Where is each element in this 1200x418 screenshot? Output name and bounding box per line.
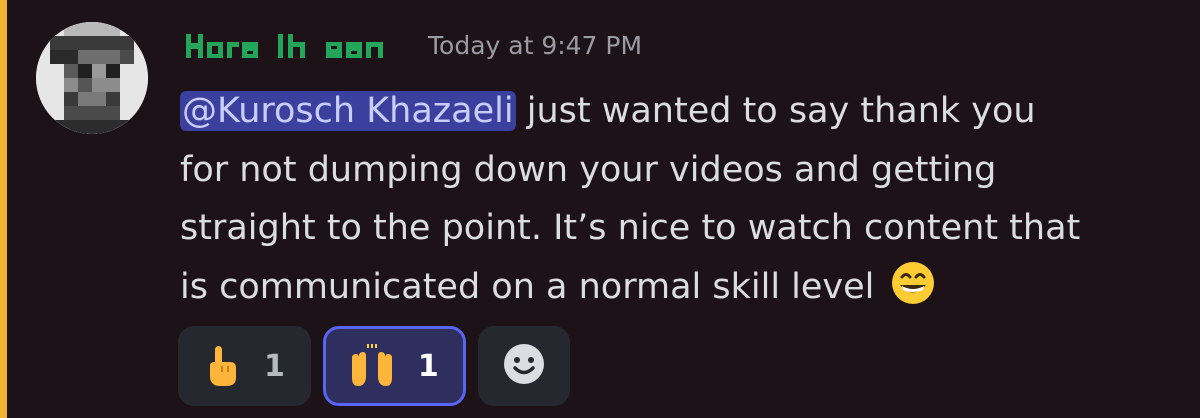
reaction-raising-hands[interactable]: 1 — [322, 326, 466, 406]
add-reaction-smiley-icon — [501, 341, 547, 391]
message-timestamp[interactable]: Today at 9:47 PM — [428, 28, 642, 64]
pixelated-author-name — [186, 34, 383, 58]
pixelated-avatar-image — [36, 22, 148, 134]
pointing-hand-icon — [202, 344, 242, 388]
message-line-1: just wanted to say thank you — [515, 91, 1036, 131]
chat-message: Today at 9:47 PM @Kurosch Khazaeli just … — [0, 0, 1200, 418]
message-line-2: for not dumping down your videos and get… — [180, 149, 997, 190]
user-mention[interactable]: @Kurosch Khazaeli — [180, 91, 516, 131]
reactions-bar: 1 1 — [178, 326, 570, 406]
author-name[interactable] — [186, 26, 406, 66]
avatar[interactable] — [36, 22, 148, 134]
message-line-4: is communicated on a normal skill level — [180, 266, 875, 307]
reaction-count: 1 — [264, 348, 285, 384]
message-content: @Kurosch Khazaeli just wanted to say tha… — [180, 82, 1170, 324]
message-line-3: straight to the point. It’s nice to watc… — [180, 208, 1081, 248]
add-reaction-button[interactable] — [477, 326, 570, 406]
reaction-count: 1 — [417, 348, 439, 384]
raising-hands-icon — [348, 344, 396, 388]
reaction-pointing-hand[interactable]: 1 — [178, 326, 311, 406]
mention-highlight-bar — [0, 0, 7, 418]
grinning-face-emoji-icon — [890, 260, 936, 325]
